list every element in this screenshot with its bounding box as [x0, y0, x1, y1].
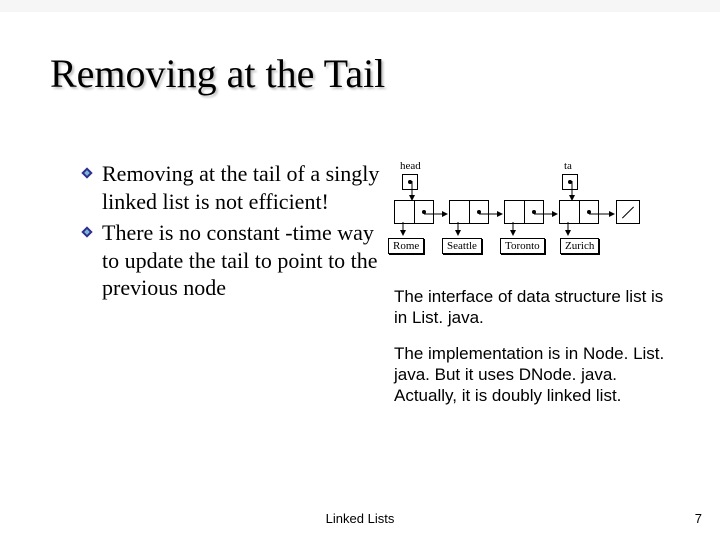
arrow-icon: [510, 222, 516, 238]
head-label: head: [400, 160, 421, 172]
bullet-text: There is no constant -time way to update…: [102, 219, 380, 302]
bullet-item: There is no constant -time way to update…: [80, 219, 380, 302]
city-label: Toronto: [500, 238, 545, 254]
arrow-icon: [455, 222, 461, 238]
top-bar: [0, 0, 720, 12]
arrow-icon: [479, 211, 505, 217]
right-paragraph: The interface of data structure list is …: [394, 286, 680, 329]
null-terminator-box: [616, 200, 640, 224]
page-number: 7: [695, 511, 702, 526]
right-column: head ta: [394, 160, 680, 510]
slide: Removing at the Tail Removing at the tai…: [0, 0, 720, 540]
arrow-icon: [534, 211, 560, 217]
city-label: Zurich: [560, 238, 599, 254]
bullet-text: Removing at the tail of a singly linked …: [102, 160, 380, 215]
slide-title: Removing at the Tail: [50, 50, 680, 97]
arrow-icon: [565, 222, 571, 238]
bullet-item: Removing at the tail of a singly linked …: [80, 160, 380, 215]
city-label: Rome: [388, 238, 424, 254]
diamond-bullet-icon: [80, 166, 94, 180]
footer-title: Linked Lists: [0, 511, 720, 526]
slide-body: Removing at the tail of a singly linked …: [80, 160, 680, 510]
arrow-icon: [400, 222, 406, 238]
tail-label: ta: [564, 160, 572, 172]
city-label: Seattle: [442, 238, 482, 254]
arrow-icon: [589, 211, 617, 217]
arrow-icon: [424, 211, 450, 217]
diamond-bullet-icon: [80, 225, 94, 239]
left-column: Removing at the tail of a singly linked …: [80, 160, 380, 510]
right-paragraph: The implementation is in Node. List. jav…: [394, 343, 680, 407]
linked-list-diagram: head ta: [394, 160, 680, 280]
